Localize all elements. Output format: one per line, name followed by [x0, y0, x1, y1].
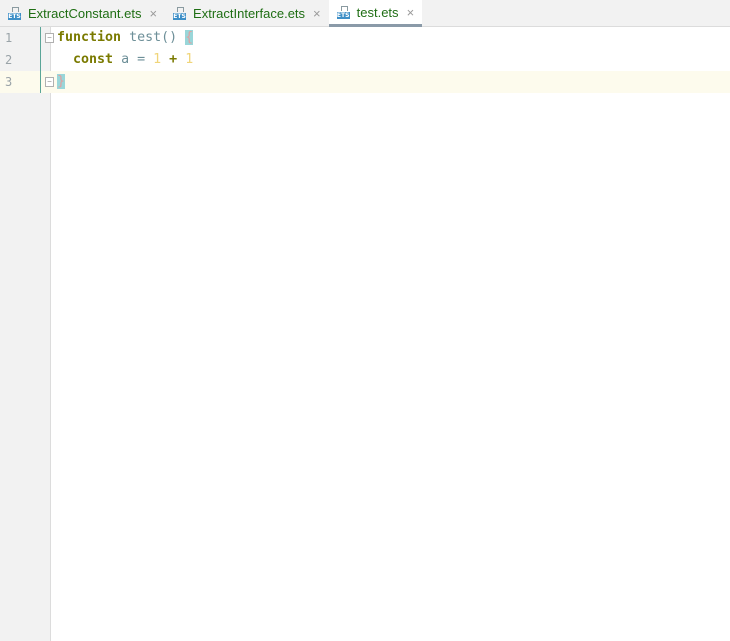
code-line-3[interactable]: } [57, 71, 66, 93]
close-icon[interactable]: × [313, 6, 321, 21]
fold-end-icon[interactable]: − [45, 77, 54, 87]
fold-collapse-icon[interactable]: − [45, 33, 54, 43]
ets-file-icon: ETS [8, 6, 21, 20]
ets-file-icon: ETS [173, 6, 187, 20]
gutter[interactable] [0, 27, 51, 641]
matched-brace: { [185, 30, 194, 45]
tab-label: ExtractConstant.ets [28, 5, 142, 21]
line-number: 2 [5, 53, 13, 67]
editor-tab-bar: ETS ExtractConstant.ets × ETS ExtractInt… [0, 0, 730, 27]
close-icon[interactable]: × [149, 6, 157, 21]
tab-extract-interface[interactable]: ETS ExtractInterface.ets × [165, 0, 329, 26]
line-number: 3 [5, 75, 13, 89]
current-line-highlight [0, 71, 730, 93]
tab-test[interactable]: ETS test.ets × [328, 0, 423, 27]
change-marker [40, 27, 41, 93]
close-icon[interactable]: × [407, 5, 415, 20]
matched-brace: } [57, 74, 66, 89]
ets-file-icon: ETS [336, 5, 350, 19]
line-number: 1 [5, 31, 13, 45]
code-line-1[interactable]: function test() { [57, 27, 194, 49]
tab-label: test.ets [356, 4, 399, 20]
tab-extract-constant[interactable]: ETS ExtractConstant.ets × [0, 0, 165, 26]
code-line-2[interactable]: const a = 1 + 1 [57, 49, 193, 71]
tab-label: ExtractInterface.ets [193, 5, 306, 21]
